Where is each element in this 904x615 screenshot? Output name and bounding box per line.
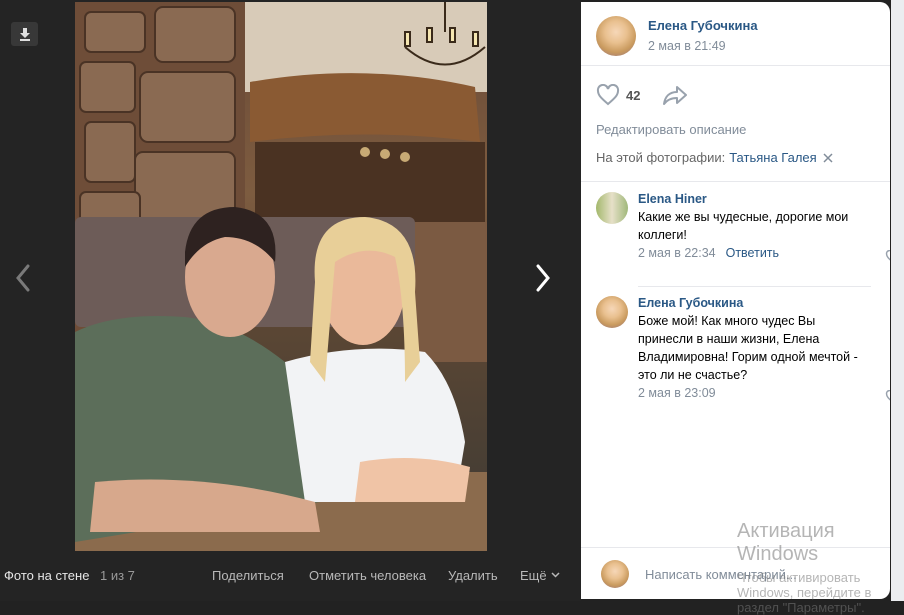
chevron-left-icon — [16, 264, 30, 292]
comment-author[interactable]: Елена Губочкина — [638, 296, 870, 310]
comment-item: Елена Губочкина Боже мой! Как много чуде… — [596, 296, 890, 401]
photo-actions: 42 — [596, 84, 688, 106]
chevron-right-icon — [536, 264, 550, 292]
divider — [638, 286, 871, 287]
more-menu[interactable]: Ещё — [520, 568, 560, 583]
share-arrow-icon[interactable] — [662, 85, 688, 105]
delete-link[interactable]: Удалить — [448, 568, 498, 583]
tagged-person-link[interactable]: Татьяна Галея — [729, 150, 816, 165]
reply-link[interactable]: Ответить — [726, 246, 779, 260]
viewer-footer: Фото на стене 1 из 7 Поделиться Отметить… — [0, 560, 581, 590]
download-button[interactable] — [11, 22, 38, 46]
prev-photo-button[interactable] — [8, 258, 38, 298]
comment-author[interactable]: Elena Hiner — [638, 192, 870, 206]
comment-item: Elena Hiner Какие же вы чудесные, дороги… — [596, 192, 890, 261]
comment-compose-bar[interactable]: Написать комментарий... — [581, 547, 890, 599]
on-photo-label: На этой фотографии: — [596, 150, 726, 165]
tagged-people: На этой фотографии: Татьяна Галея — [596, 150, 833, 165]
tag-person-link[interactable]: Отметить человека — [309, 568, 426, 583]
avatar — [601, 560, 629, 588]
more-label: Ещё — [520, 567, 547, 583]
author-block: Елена Губочкина 2 мая в 21:49 — [596, 16, 758, 56]
comment-input[interactable]: Написать комментарий... — [645, 567, 797, 582]
close-icon[interactable] — [823, 152, 833, 163]
background-page — [891, 0, 904, 601]
post-date[interactable]: 2 мая в 21:49 — [648, 39, 758, 53]
photo-counter: 1 из 7 — [100, 567, 135, 583]
heart-icon[interactable] — [885, 250, 890, 263]
share-link[interactable]: Поделиться — [212, 568, 284, 583]
edit-description-link[interactable]: Редактировать описание — [596, 122, 746, 137]
comment-date[interactable]: 2 мая в 23:09 — [638, 386, 716, 400]
comment-date[interactable]: 2 мая в 22:34 — [638, 246, 716, 260]
comment-text: Боже мой! Как много чудес Вы принесли в … — [638, 314, 858, 382]
like-count: 42 — [626, 87, 641, 103]
divider — [581, 65, 890, 66]
comment-text: Какие же вы чудесные, дорогие мои коллег… — [638, 210, 849, 242]
divider — [581, 181, 890, 182]
photo-side-panel: Елена Губочкина 2 мая в 21:49 42 Редакти… — [581, 2, 890, 599]
heart-icon[interactable] — [885, 390, 890, 403]
chevron-down-icon — [551, 572, 560, 578]
album-title: Фото на стене — [4, 567, 90, 583]
avatar[interactable] — [596, 16, 636, 56]
photo[interactable] — [75, 2, 487, 551]
author-name[interactable]: Елена Губочкина — [648, 18, 758, 33]
download-icon — [19, 28, 30, 41]
photo-image — [75, 2, 487, 551]
avatar[interactable] — [596, 296, 628, 328]
heart-icon[interactable] — [596, 84, 620, 106]
next-photo-button[interactable] — [528, 258, 558, 298]
photo-viewer: Фото на стене 1 из 7 Поделиться Отметить… — [0, 0, 581, 601]
avatar[interactable] — [596, 192, 628, 224]
